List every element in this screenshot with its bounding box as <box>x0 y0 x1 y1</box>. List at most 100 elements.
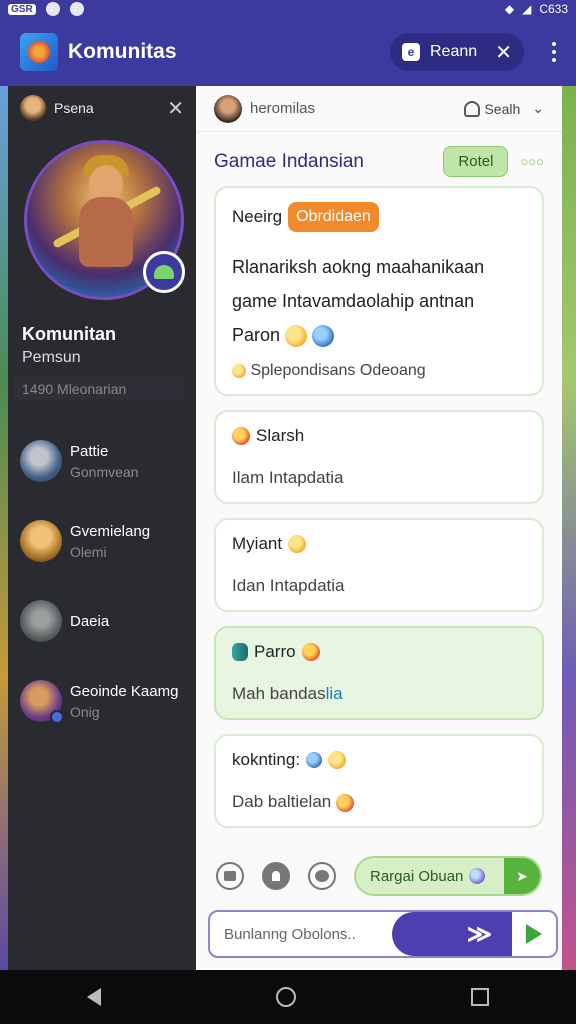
message-body: Ilam Intapdatia <box>232 468 344 487</box>
message-line: Paron <box>232 325 281 345</box>
emoji-icon <box>232 427 250 445</box>
contact-sub: Olemi <box>70 543 107 560</box>
close-icon[interactable]: ✕ <box>167 96 184 121</box>
room-label: Reann <box>430 43 478 60</box>
avatar <box>20 440 62 482</box>
message-card[interactable]: Neeirg Obrdidaen Rlanariksh aokng maahan… <box>214 186 544 396</box>
notification-button[interactable]: Sealh ⌄ <box>464 100 544 117</box>
status-bar: GSR ◆ ◢ C633 <box>0 0 576 18</box>
profile-hero-image <box>24 140 185 300</box>
wifi-icon: ◆ <box>504 2 515 16</box>
contact-name: Gvemielang <box>70 522 151 540</box>
message-body: Rlanariksh aokng maahanikaan game Intava… <box>232 250 526 352</box>
notification-icon <box>45 2 60 16</box>
chat-header: heromilas Sealh ⌄ <box>196 86 562 132</box>
send-button[interactable] <box>512 912 556 956</box>
message-line-row: Paron <box>232 318 526 352</box>
send-icon <box>526 924 542 944</box>
app-logo-icon[interactable] <box>20 33 58 71</box>
back-icon[interactable] <box>87 988 102 1006</box>
app-title: Komunitas <box>68 40 177 63</box>
close-icon[interactable]: ✕ <box>495 40 512 65</box>
avatar[interactable] <box>214 94 242 123</box>
group-action-button[interactable]: Rotel <box>443 146 509 177</box>
battery-text: C633 <box>539 2 568 16</box>
badge-icon <box>232 643 248 661</box>
globe-icon <box>469 868 486 884</box>
more-icon[interactable]: ○○○ <box>520 154 544 169</box>
message-footer: Splepondisans Odeoang <box>250 362 426 379</box>
message-author: Neeirg <box>232 207 283 226</box>
more-menu-icon[interactable] <box>552 42 556 62</box>
message-card[interactable]: Parro Mah bandaslia <box>214 626 544 720</box>
sidebar: Psena ✕ Komunitan Pemsun 1490 Mleonarian… <box>8 86 196 970</box>
forward-icon[interactable]: ≫ <box>392 912 512 956</box>
contact-list: Pattie Gonmvean Gvemielang Olemi Daeia G… <box>8 421 196 741</box>
online-badge <box>50 710 64 724</box>
sidebar-header-name: Psena <box>54 100 94 116</box>
message-body-row: Dab baltielan <box>232 792 526 812</box>
contact-item[interactable]: Pattie Gonmvean <box>8 421 196 501</box>
video-icon[interactable] <box>216 862 244 890</box>
system-nav-bar <box>0 970 576 1024</box>
contact-item[interactable]: Daeia <box>8 581 196 661</box>
app-bar: Komunitas e Reann ✕ <box>0 18 576 86</box>
contact-item[interactable]: Gvemielang Olemi <box>8 501 196 581</box>
message-card[interactable]: koknting: Dab baltielan <box>214 734 544 828</box>
contact-name: Pattie <box>70 442 109 460</box>
message-body: Idan Intapdatia <box>232 576 345 595</box>
chat-header-name: heromilas <box>250 100 316 117</box>
message-footer-row: Splepondisans Odeoang <box>232 362 526 380</box>
contact-name: Daeia <box>70 612 110 630</box>
bell-icon <box>464 100 481 117</box>
chat-panel: heromilas Sealh ⌄ Gamae Indansian Rotel … <box>196 86 562 970</box>
message-text: Mah bandas <box>232 684 326 703</box>
quick-action-pill[interactable]: Rargai Obuan ➤ <box>354 856 542 896</box>
emoji-picker-icon[interactable] <box>308 862 336 890</box>
emoji-icon <box>285 325 308 348</box>
chat-toolbar: Rargai Obuan ➤ <box>196 846 562 906</box>
profile-name: Komunitan <box>22 324 116 344</box>
pill-label: Rargai Obuan <box>370 867 464 885</box>
background-art-right <box>562 86 576 970</box>
profile-subtitle: Pemsun <box>22 349 81 366</box>
recents-icon[interactable] <box>470 988 489 1006</box>
emoji-icon <box>328 751 347 769</box>
notification-icon-2 <box>69 2 84 16</box>
message-card[interactable]: Myiant Idan Intapdatia <box>214 518 544 612</box>
upload-icon[interactable] <box>262 862 290 890</box>
message-input[interactable]: Bunlanng Obolons.. <box>210 926 392 943</box>
message-author: koknting: <box>232 750 301 769</box>
room-icon: e <box>402 43 420 61</box>
avatar <box>20 520 62 562</box>
background-art-left <box>0 86 8 970</box>
sidebar-header: Psena ✕ <box>8 86 196 130</box>
message-tag: Obrdidaen <box>288 202 379 232</box>
avatar[interactable] <box>20 95 46 121</box>
room-chip[interactable]: e Reann ✕ <box>390 33 524 71</box>
avatar <box>20 680 64 724</box>
group-row: Gamae Indansian Rotel ○○○ <box>196 132 562 177</box>
emoji-icon <box>335 793 354 812</box>
message-card[interactable]: Slarsh Ilam Intapdatia <box>214 410 544 504</box>
emoji-icon <box>301 643 320 661</box>
group-title: Gamae Indansian <box>214 150 364 172</box>
member-count: 1490 Mleonarian <box>14 377 184 401</box>
contact-name: Geoinde Kaamg <box>70 682 179 700</box>
arrow-icon[interactable]: ➤ <box>504 858 540 894</box>
hand-icon <box>232 363 246 378</box>
message-line: game Intavamdaolahip antnan <box>232 291 475 311</box>
message-author: Myiant <box>232 534 283 553</box>
home-icon[interactable] <box>275 987 296 1007</box>
contact-item[interactable]: Geoinde Kaamg Onig <box>8 661 196 741</box>
message-author: Slarsh <box>256 426 305 445</box>
message-input-bar: Bunlanng Obolons.. ≫ <box>208 910 558 958</box>
message-link[interactable]: lia <box>326 684 343 703</box>
message-list[interactable]: Neeirg Obrdidaen Rlanariksh aokng maahan… <box>196 186 562 834</box>
profile-badge-icon[interactable] <box>143 251 185 293</box>
message-body: Dab baltielan <box>232 792 332 811</box>
status-chip: GSR <box>8 3 36 15</box>
message-line: Rlanariksh aokng maahanikaan <box>232 257 485 277</box>
chat-header-action: Sealh <box>484 100 521 117</box>
contact-sub: Gonmvean <box>70 463 139 480</box>
